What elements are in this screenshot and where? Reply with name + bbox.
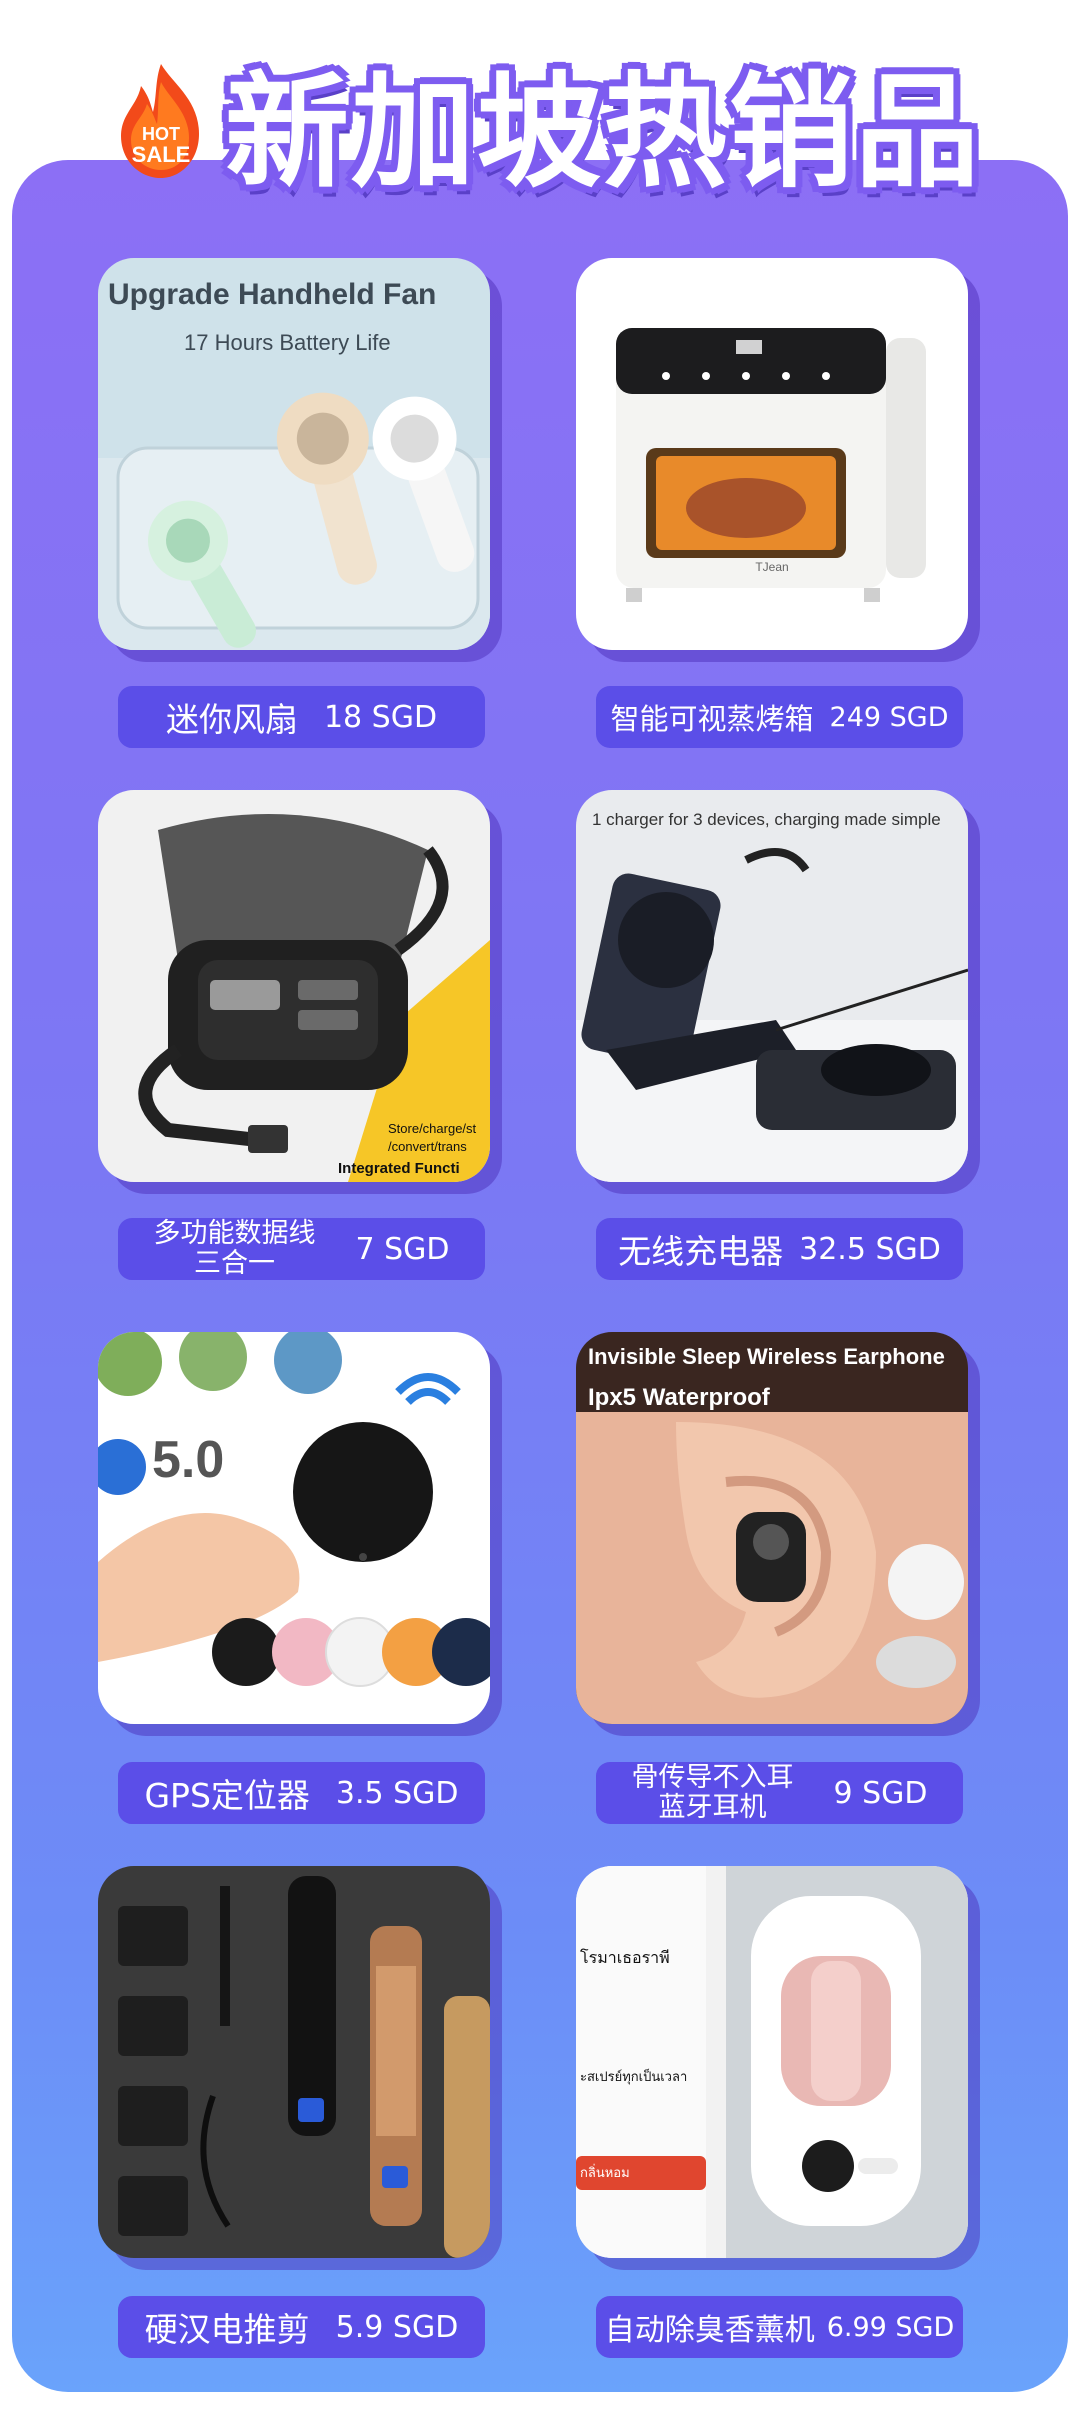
product-label-cable[interactable]: 多功能数据线 三合一 7 SGD (118, 1218, 485, 1280)
product-label-fan[interactable]: 迷你风扇 18 SGD (118, 686, 485, 748)
product-card-cable[interactable]: Store/charge/st /convert/trans Integrate… (98, 790, 490, 1182)
product-price: 32.5 SGD (799, 1231, 941, 1267)
product-label-charger[interactable]: 无线充电器 32.5 SGD (596, 1218, 963, 1280)
product-card-earphone[interactable]: Invisible Sleep Wireless Earphone Ipx5 W… (576, 1332, 968, 1724)
image-caption: Store/charge/st (388, 1121, 477, 1136)
product-price: 5.9 SGD (335, 2309, 459, 2345)
svg-text:HOT: HOT (142, 124, 180, 144)
page-title: 新加坡热销品 (225, 61, 982, 205)
product-price: 6.99 SGD (826, 2311, 955, 2343)
image-caption: 17 Hours Battery Life (184, 330, 391, 355)
product-name: 迷你风扇 (165, 700, 298, 739)
product-price: 18 SGD (323, 699, 438, 735)
hot-sale-icon: HOT SALE (115, 62, 207, 180)
product-price: 249 SGD (829, 701, 949, 733)
product-name: 自动除臭香薰机 (604, 2313, 815, 2348)
image-caption: /convert/trans (388, 1139, 467, 1154)
product-name: 硬汉电推剪 (144, 2310, 310, 2349)
product-card-diffuser[interactable]: โรมาเธอราพี ะสเปรย์ทุกเป็นเวลา กลิ่นหอม (576, 1866, 968, 2258)
product-label-diffuser[interactable]: 自动除臭香薰机 6.99 SGD (596, 2296, 963, 2358)
product-label-clipper[interactable]: 硬汉电推剪 5.9 SGD (118, 2296, 485, 2358)
product-label-gps[interactable]: GPS定位器 3.5 SGD (118, 1762, 485, 1824)
product-price: 7 SGD (355, 1231, 450, 1267)
product-name: 多功能数据线 三合一 (153, 1218, 316, 1279)
product-name: 智能可视蒸烤箱 (610, 702, 814, 736)
product-card-oven[interactable]: TJean (576, 258, 968, 650)
image-caption: Upgrade Handheld Fan (108, 278, 437, 311)
product-label-earphone[interactable]: 骨传导不入耳 蓝牙耳机 9 SGD (596, 1762, 963, 1824)
image-caption: 5.0 (152, 1431, 225, 1489)
image-caption: TJean (755, 560, 789, 574)
product-label-oven[interactable]: 智能可视蒸烤箱 249 SGD (596, 686, 963, 748)
product-name: GPS定位器 (144, 1776, 310, 1815)
image-caption: กลิ่นหอม (580, 2165, 630, 2180)
image-caption: Invisible Sleep Wireless Earphone (588, 1344, 945, 1369)
product-card-charger[interactable]: 1 charger for 3 devices, charging made s… (576, 790, 968, 1182)
product-price: 3.5 SGD (335, 1775, 459, 1811)
product-card-fan[interactable]: Upgrade Handheld Fan 17 Hours Battery Li… (98, 258, 490, 650)
svg-text:SALE: SALE (132, 142, 191, 167)
image-caption: Integrated Functi (338, 1160, 460, 1177)
image-caption: ะสเปรย์ทุกเป็นเวลา (580, 2069, 688, 2084)
product-card-clipper[interactable] (98, 1866, 490, 2258)
product-name: 骨传导不入耳 蓝牙耳机 (631, 1762, 794, 1823)
image-caption: โรมาเธอราพี (580, 1950, 670, 1967)
image-caption: Ipx5 Waterproof (588, 1384, 770, 1411)
product-price: 9 SGD (833, 1775, 928, 1811)
product-card-gps[interactable]: 5.0 (98, 1332, 490, 1724)
product-name: 无线充电器 (618, 1232, 784, 1271)
image-caption: 1 charger for 3 devices, charging made s… (592, 810, 941, 829)
